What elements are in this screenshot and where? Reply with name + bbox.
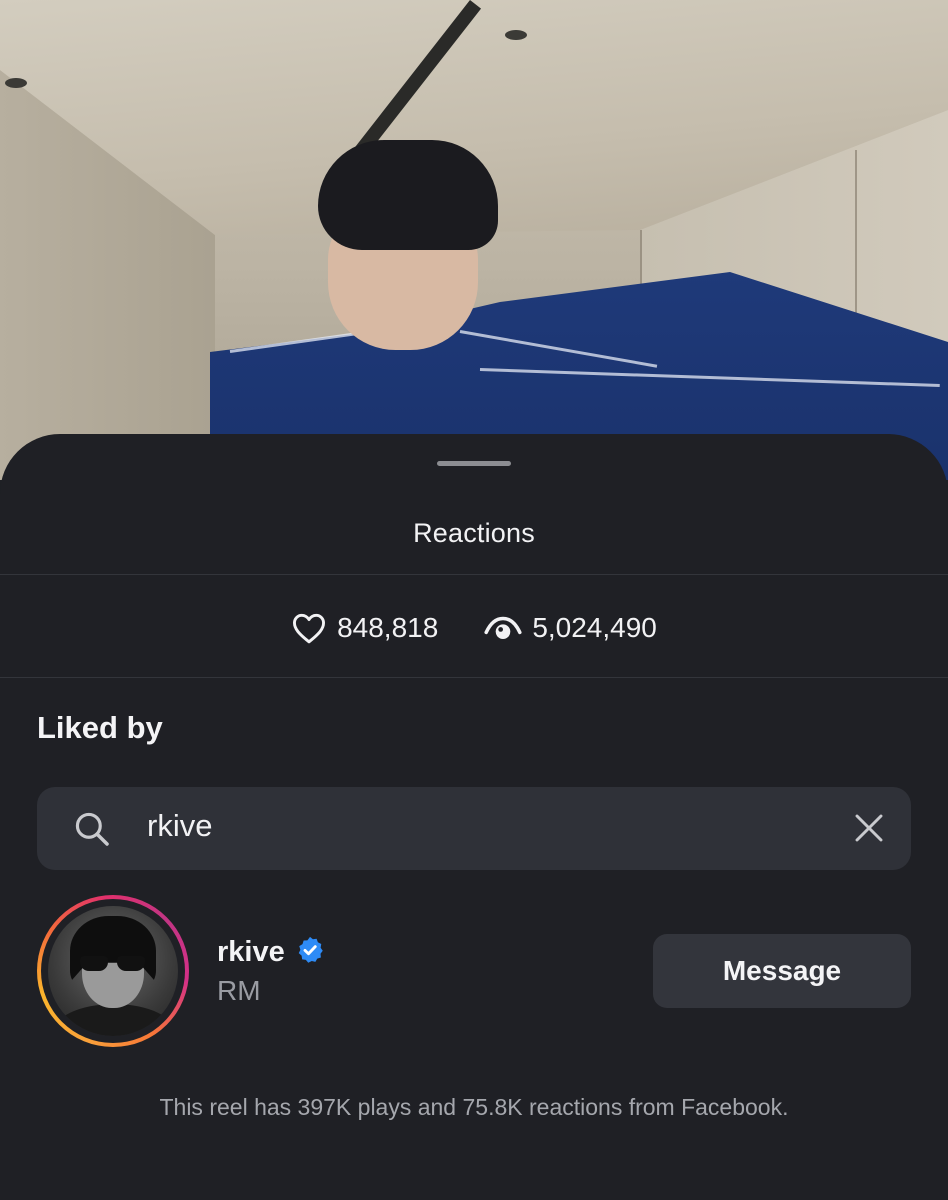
sunglasses — [80, 956, 146, 972]
divider — [0, 677, 948, 678]
likes-count: 848,818 — [337, 612, 439, 643]
eye-icon — [484, 614, 522, 642]
full-name: RM — [217, 975, 261, 1006]
reactions-sheet: Reactions 848,818 5,024,490 Liked by rki… — [0, 434, 948, 1200]
facebook-reactions-note: This reel has 397K plays and 75.8K react… — [159, 1094, 789, 1120]
username[interactable]: rkive — [217, 936, 285, 969]
liked-by-search[interactable]: rkive — [37, 787, 911, 870]
liked-by-heading: Liked by — [37, 710, 163, 745]
heart-icon — [291, 612, 327, 644]
divider — [0, 574, 948, 575]
ceiling-light — [5, 78, 27, 88]
avatar[interactable] — [48, 906, 178, 1036]
clear-search-icon[interactable] — [853, 812, 885, 849]
verified-badge-icon — [295, 935, 325, 970]
story-ring[interactable] — [37, 895, 189, 1047]
ceiling-light — [505, 30, 527, 40]
user-list-item[interactable]: rkive RM Message — [37, 895, 911, 1049]
views-stat: 5,024,490 — [484, 612, 657, 644]
views-count: 5,024,490 — [532, 612, 657, 643]
sheet-title: Reactions — [413, 518, 535, 548]
reaction-stats: 848,818 5,024,490 — [0, 608, 948, 648]
reactions-screen: Reactions 848,818 5,024,490 Liked by rki… — [0, 0, 948, 1200]
search-input[interactable]: rkive — [147, 808, 212, 844]
username-line[interactable]: rkive — [217, 935, 325, 970]
likes-stat: 848,818 — [291, 612, 438, 644]
search-icon — [73, 810, 111, 853]
message-button[interactable]: Message — [653, 934, 911, 1008]
reel-video-frame[interactable] — [0, 0, 948, 480]
sheet-drag-handle[interactable] — [437, 461, 511, 466]
person-hair — [318, 140, 498, 250]
